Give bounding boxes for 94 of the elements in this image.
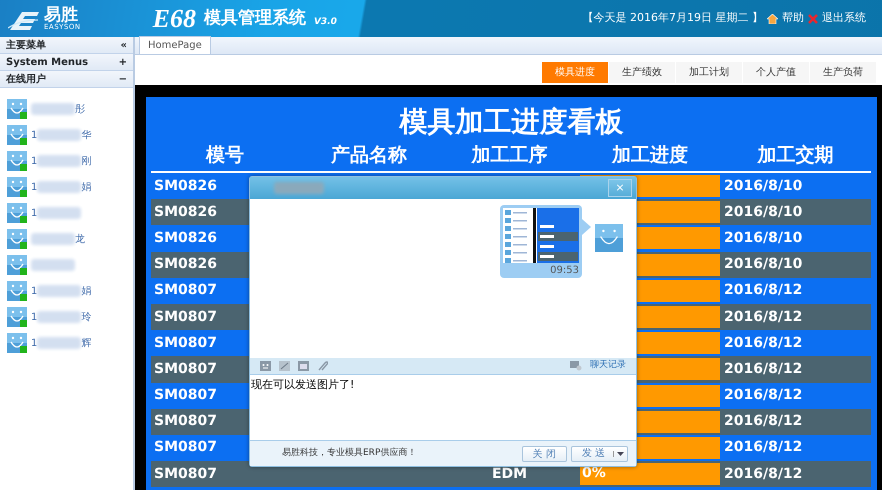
table-cell-text: SM0807: [153, 308, 217, 327]
table-cell-text: SM0807: [153, 464, 217, 484]
avatar-icon: [7, 125, 27, 145]
message-input[interactable]: 现在可以发送图片了!: [250, 374, 636, 441]
table-cell-text: SM0807: [153, 386, 217, 406]
table-cell-text: 2016/8/10: [723, 228, 802, 248]
table-cell-text: 2016/8/12: [723, 334, 802, 353]
avatar-icon: [7, 229, 27, 249]
avatar-icon: [7, 203, 27, 223]
paperclip-icon: [317, 361, 328, 371]
sidebar-section-header[interactable]: 主要菜单 «: [0, 37, 133, 54]
column-header: 加工交期: [756, 143, 834, 168]
board-title: 模具加工进度看板: [398, 104, 624, 140]
avatar-icon: [7, 333, 27, 353]
user-name[interactable]: 娟: [81, 284, 92, 298]
section-title: System Menus: [6, 56, 88, 70]
page-tab[interactable]: HomePage: [139, 36, 211, 54]
footer-text: 易胜科技，专业模具ERP供应商！: [282, 446, 416, 460]
table-cell-text: SM0826: [153, 202, 217, 222]
product-name: E68: [152, 3, 196, 35]
chat-history-icon: [570, 361, 582, 371]
table-cell-text: 2016/8/10: [723, 202, 802, 222]
pencil-icon: [279, 361, 290, 371]
avatar-icon: [595, 224, 623, 252]
section-toggle[interactable]: +: [118, 54, 127, 70]
user-name[interactable]: 1: [31, 154, 38, 168]
user-name[interactable]: 刚: [81, 154, 92, 168]
system-name: 模具管理系统: [204, 6, 306, 30]
table-cell-text: SM0807: [153, 360, 217, 379]
logo-text: 易胜: [44, 6, 78, 24]
user-name[interactable]: 华: [81, 128, 92, 142]
user-name[interactable]: 1: [31, 310, 38, 324]
help-link[interactable]: 帮助: [782, 10, 804, 27]
blur-patch: [274, 182, 324, 194]
section-toggle[interactable]: «: [120, 38, 127, 52]
table-cell-text: SM0826: [153, 228, 217, 248]
avatar-icon: [7, 99, 27, 119]
board-tab[interactable]: 个人产值: [743, 62, 809, 83]
avatar-icon: [7, 307, 27, 327]
column-header: 产品名称: [330, 143, 408, 168]
caret-icon: [613, 450, 625, 456]
version-label: V3.0: [314, 16, 337, 28]
user-name[interactable]: 玲: [81, 310, 92, 324]
section-toggle[interactable]: −: [118, 72, 127, 86]
table-cell-text: 2016/8/12: [723, 308, 802, 327]
date-text: 【今天是 2016年7月19日 星期二 】: [582, 10, 763, 26]
table-cell-text: SM0807: [153, 412, 217, 432]
user-name[interactable]: 1: [31, 206, 38, 220]
sidebar-section-header[interactable]: System Menus +: [0, 54, 133, 71]
user-name[interactable]: 彤: [75, 102, 85, 116]
table-cell-text: SM0826: [153, 255, 217, 274]
table-cell-text: 2016/8/10: [723, 255, 802, 274]
close-icon: [808, 14, 818, 24]
column-header: 模号: [204, 143, 245, 168]
section-title: 在线用户: [6, 72, 46, 86]
picture-icon: [298, 361, 309, 371]
avatar-icon: [7, 177, 27, 197]
user-name[interactable]: 1: [31, 180, 38, 194]
column-header: 加工工序: [470, 143, 548, 168]
table-cell: 0%: [580, 463, 720, 486]
user-name[interactable]: 1: [31, 128, 38, 142]
table-cell-text: 2016/8/12: [723, 360, 802, 379]
table-cell-text: 2016/8/12: [723, 281, 802, 300]
user-name[interactable]: 辉: [81, 336, 92, 350]
user-name[interactable]: 龙: [75, 232, 85, 246]
avatar-icon: [7, 255, 27, 275]
table-cell-text: SM0826: [153, 176, 217, 196]
board-tab[interactable]: 加工计划: [676, 62, 742, 83]
avatar-icon: [7, 151, 27, 171]
close-button[interactable]: 关 闭: [522, 446, 567, 462]
board-tab[interactable]: 生产负荷: [810, 62, 876, 83]
table-cell-text: 2016/8/12: [723, 438, 802, 458]
user-name[interactable]: 1: [31, 336, 38, 350]
section-title: 主要菜单: [6, 38, 46, 52]
user-name[interactable]: 娟: [81, 180, 92, 194]
table-cell-text: 2016/8/12: [723, 412, 802, 432]
column-header: 加工进度: [610, 143, 689, 168]
logout-link[interactable]: 退出系统: [822, 10, 866, 27]
table-cell-text: SM0807: [153, 281, 217, 300]
board-tab[interactable]: 生产绩效: [609, 62, 675, 83]
table-cell-text: SM0807: [153, 438, 217, 458]
chat-history-link[interactable]: 聊天记录: [590, 359, 626, 373]
table-cell-text: SM0807: [153, 334, 217, 353]
home-icon: [767, 14, 778, 24]
table-cell-text: 2016/8/12: [723, 464, 802, 484]
message-time: 09:53: [549, 264, 579, 278]
avatar-icon: [7, 281, 27, 301]
table-cell-text: 2016/8/12: [723, 386, 802, 406]
table-cell-text: EDM: [490, 464, 528, 484]
table-cell-text: 2016/8/10: [723, 176, 802, 196]
sidebar-section-header[interactable]: 在线用户 −: [0, 71, 133, 88]
emoji-icon: [260, 361, 271, 371]
user-name[interactable]: 1: [31, 284, 38, 298]
send-button[interactable]: 发 送: [570, 446, 628, 462]
